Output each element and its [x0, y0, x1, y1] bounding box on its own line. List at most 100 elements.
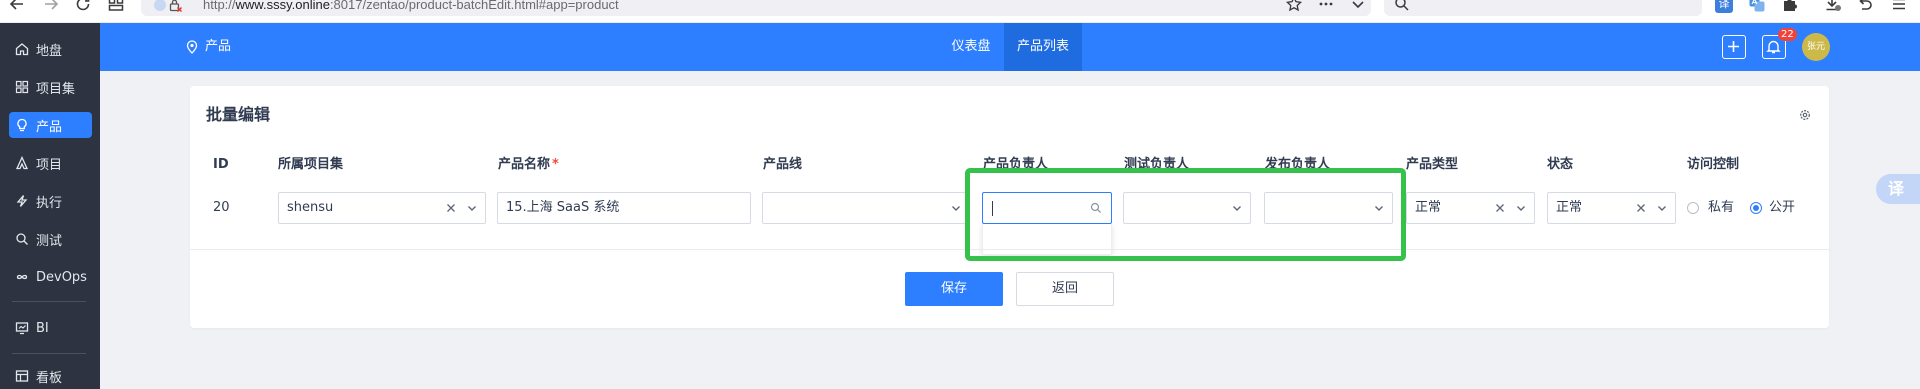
lightbulb-icon — [15, 118, 29, 132]
top-navbar: 产品 仪表盘 产品列表 22 张元 — [100, 23, 1920, 71]
column-header-name-label: 产品名称 — [498, 157, 551, 172]
clear-icon[interactable] — [445, 202, 457, 214]
column-header-name: 产品名称 * — [498, 157, 559, 173]
address-bar[interactable]: http://www.sssy.online:8017/zentao/produ… — [141, 0, 1371, 16]
sidebar-item-label: 项目集 — [36, 81, 76, 97]
nav-product-list-label: 产品列表 — [1016, 39, 1069, 54]
sidebar-item-program[interactable]: 项目集 — [9, 74, 92, 100]
floating-translate-button[interactable]: 译 — [1876, 174, 1920, 204]
avatar[interactable]: 张元 — [1802, 33, 1830, 61]
status-select[interactable]: 正常 — [1547, 192, 1676, 224]
sidebar-item-execution[interactable]: 执行 — [9, 188, 92, 214]
back-button[interactable]: 返回 — [1016, 272, 1114, 306]
project-icon — [15, 156, 29, 170]
clear-icon[interactable] — [1635, 202, 1647, 214]
translate-icon[interactable] — [1748, 0, 1766, 13]
undo-icon[interactable] — [1856, 0, 1874, 13]
program-select[interactable]: shensu — [278, 192, 486, 224]
chevron-down-icon[interactable] — [1516, 203, 1526, 213]
menu-icon[interactable] — [1890, 0, 1908, 13]
url-path: :8017/zentao/product-batchEdit.html#app=… — [329, 0, 619, 12]
forward-arrow-icon[interactable] — [42, 0, 60, 13]
sidebar-item-product[interactable]: 产品 — [9, 112, 92, 138]
url-prefix: http:// — [203, 0, 236, 12]
column-header-program: 所属项目集 — [278, 157, 344, 172]
site-info-icon[interactable] — [153, 0, 167, 12]
nav-dashboard[interactable]: 仪表盘 — [940, 23, 1002, 71]
search-icon — [1393, 0, 1411, 13]
sidebar-item-label: 看板 — [36, 370, 63, 386]
notification-badge: 22 — [1778, 28, 1797, 41]
kanban-icon — [15, 369, 29, 383]
reload-icon[interactable] — [74, 0, 92, 13]
plus-icon — [1728, 41, 1739, 52]
browser-toolbar: http://www.sssy.online:8017/zentao/produ… — [0, 0, 1920, 23]
row-id: 20 — [213, 200, 230, 215]
sidebar-item-label: BI — [36, 320, 49, 336]
bell-icon — [1766, 40, 1781, 54]
test-icon — [15, 232, 29, 246]
sidebar-item-devops[interactable]: DevOps — [9, 264, 92, 290]
chevron-down-icon[interactable] — [951, 203, 961, 213]
sidebar: 地盘 项目集 产品 项目 执行 测试 DevOps BI 看板 — [0, 23, 100, 389]
translate-extension-icon[interactable]: 译 — [1715, 0, 1733, 13]
acl-open-radio[interactable] — [1750, 202, 1762, 214]
sidebar-item-project[interactable]: 项目 — [9, 150, 92, 176]
sidebar-item-label: 项目 — [36, 157, 63, 173]
sidebar-item-bi[interactable]: BI — [9, 315, 92, 341]
status-value: 正常 — [1556, 200, 1583, 215]
sidebar-divider — [12, 353, 86, 354]
download-icon[interactable] — [1824, 0, 1842, 13]
puzzle-extensions-icon[interactable] — [1781, 0, 1799, 13]
acl-private-label[interactable]: 私有 — [1708, 200, 1734, 216]
sidebar-item-test[interactable]: 测试 — [9, 226, 92, 252]
product-type-select[interactable]: 正常 — [1406, 192, 1535, 224]
sidebar-item-label: 执行 — [36, 195, 63, 211]
more-icon[interactable] — [1317, 0, 1335, 13]
execution-icon — [15, 194, 29, 208]
product-name-value: 15.上海 SaaS 系统 — [506, 200, 620, 215]
column-header-line: 产品线 — [763, 157, 803, 172]
insecure-lock-icon[interactable] — [168, 0, 182, 12]
url-host: www.sssy.online — [235, 0, 330, 12]
sidebar-item-my[interactable]: 地盘 — [9, 36, 92, 62]
current-app-label: 产品 — [205, 39, 232, 54]
page-title: 批量编辑 — [206, 105, 271, 124]
back-arrow-icon[interactable] — [8, 0, 26, 13]
sidebar-divider — [12, 301, 86, 302]
sidebar-item-label: 测试 — [36, 233, 63, 249]
bi-icon — [15, 321, 29, 335]
grid-icon — [15, 80, 29, 94]
sidebar-item-kanban[interactable]: 看板 — [9, 363, 92, 389]
required-mark: * — [552, 157, 559, 172]
bookmark-star-icon[interactable] — [1285, 0, 1303, 13]
location-pin-icon — [185, 40, 199, 54]
apps-icon[interactable] — [107, 0, 125, 13]
highlight-box — [965, 168, 1406, 261]
column-header-status: 状态 — [1547, 157, 1574, 172]
chevron-down-icon[interactable] — [1349, 0, 1367, 13]
save-button[interactable]: 保存 — [905, 272, 1003, 306]
chevron-down-icon[interactable] — [467, 203, 477, 213]
clear-icon[interactable] — [1494, 202, 1506, 214]
create-button[interactable] — [1722, 35, 1746, 59]
home-icon — [15, 42, 29, 56]
gear-icon[interactable] — [1799, 109, 1811, 121]
infinity-icon — [15, 270, 29, 284]
acl-private-radio[interactable] — [1687, 202, 1699, 214]
sidebar-item-label: DevOps — [36, 269, 87, 285]
chevron-down-icon[interactable] — [1657, 203, 1667, 213]
url-text[interactable]: http://www.sssy.online:8017/zentao/produ… — [203, 0, 619, 12]
column-header-id: ID — [213, 157, 229, 172]
browser-search-box[interactable] — [1384, 0, 1702, 16]
column-header-type: 产品类型 — [1406, 157, 1459, 172]
product-type-value: 正常 — [1415, 200, 1442, 215]
acl-open-label[interactable]: 公开 — [1769, 200, 1795, 216]
sidebar-item-label: 产品 — [36, 119, 63, 135]
nav-product-list[interactable]: 产品列表 — [1004, 23, 1082, 71]
product-name-input[interactable]: 15.上海 SaaS 系统 — [497, 192, 751, 224]
program-select-value: shensu — [287, 200, 334, 215]
sidebar-item-label: 地盘 — [36, 43, 63, 59]
column-header-acl: 访问控制 — [1687, 157, 1740, 172]
product-line-select[interactable] — [762, 192, 970, 224]
